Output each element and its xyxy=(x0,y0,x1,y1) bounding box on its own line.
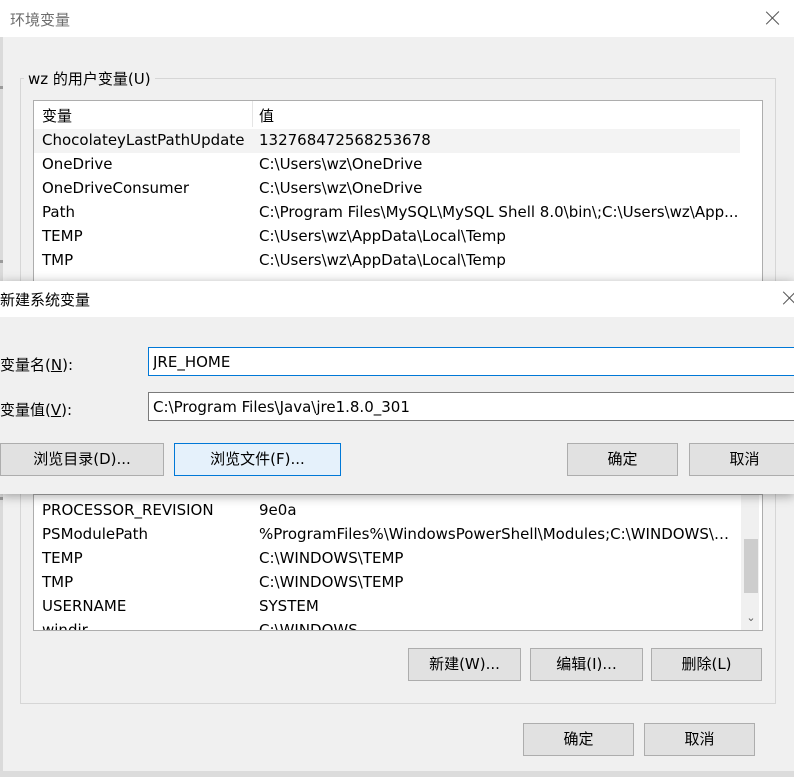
browse-directory-button[interactable]: 浏览目录(D)... xyxy=(0,443,164,476)
table-row[interactable]: OneDrive C:\Users\wz\OneDrive xyxy=(34,153,740,177)
delete-system-variable-button[interactable]: 删除(L) xyxy=(651,648,762,681)
system-variables-list[interactable]: PROCESSOR_REVISION 9e0a PSModulePath %Pr… xyxy=(33,494,763,631)
variable-name: USERNAME xyxy=(42,597,127,615)
variable-value: SYSTEM xyxy=(259,597,319,615)
table-row[interactable]: PROCESSOR_REVISION 9e0a xyxy=(34,499,740,523)
variable-name: TEMP xyxy=(42,549,83,567)
variable-name: PROCESSOR_REVISION xyxy=(42,501,214,519)
table-row[interactable]: ChocolateyLastPathUpdate 132768472568253… xyxy=(34,129,740,153)
window-title: 环境变量 xyxy=(10,11,71,29)
variable-name: TMP xyxy=(42,251,74,269)
table-row[interactable]: TMP C:\WINDOWS\TEMP xyxy=(34,571,740,595)
table-row[interactable]: Path C:\Program Files\MySQL\MySQL Shell … xyxy=(34,201,740,225)
new-system-variable-dialog: 新建系统变量 变量名(N): 变量值(V): 浏览目录(D)... 浏览文件(F… xyxy=(0,281,794,494)
table-row[interactable]: OneDriveConsumer C:\Users\wz\OneDrive xyxy=(34,177,740,201)
variable-value: C:\Users\wz\OneDrive xyxy=(259,155,423,173)
window-edge xyxy=(0,771,794,777)
list-header: 变量 值 xyxy=(34,101,762,127)
variable-value: C:\WINDOWS\TEMP xyxy=(259,573,404,591)
variable-name: TEMP xyxy=(42,227,83,245)
table-row[interactable]: TEMP C:\Users\wz\AppData\Local\Temp xyxy=(34,225,740,249)
table-row[interactable]: TEMP C:\WINDOWS\TEMP xyxy=(34,547,740,571)
scrollbar-thumb[interactable] xyxy=(744,539,758,593)
table-row[interactable]: windir C:\WINDOWS xyxy=(34,619,740,631)
new-system-variable-button[interactable]: 新建(W)... xyxy=(408,648,521,681)
edge-mark xyxy=(0,497,3,500)
variable-name: OneDrive xyxy=(42,155,113,173)
edge-mark xyxy=(0,260,3,263)
close-icon[interactable] xyxy=(766,11,780,25)
column-header-value[interactable]: 值 xyxy=(259,105,274,126)
variable-value: C:\Users\wz\AppData\Local\Temp xyxy=(259,251,506,269)
column-header-name[interactable]: 变量 xyxy=(42,105,72,126)
column-divider[interactable] xyxy=(252,101,253,127)
table-row[interactable]: USERNAME SYSTEM xyxy=(34,595,740,619)
variable-name-label: 变量名(N): xyxy=(0,356,73,374)
dialog-title: 新建系统变量 xyxy=(0,291,91,309)
title-bar: 新建系统变量 xyxy=(0,281,794,317)
browse-file-button[interactable]: 浏览文件(F)... xyxy=(174,443,341,476)
variable-value: 132768472568253678 xyxy=(259,131,431,149)
edit-system-variable-button[interactable]: 编辑(I)... xyxy=(530,648,643,681)
variable-value-input[interactable] xyxy=(148,392,794,421)
variable-name-input[interactable] xyxy=(148,347,794,376)
table-row[interactable]: TMP C:\Users\wz\AppData\Local\Temp xyxy=(34,249,740,273)
close-icon[interactable] xyxy=(783,291,794,305)
vertical-scrollbar[interactable]: ⌄ xyxy=(741,495,759,630)
variable-value: C:\Program Files\MySQL\MySQL Shell 8.0\b… xyxy=(259,203,739,221)
table-row[interactable]: PSModulePath %ProgramFiles%\WindowsPower… xyxy=(34,523,740,547)
variable-value: 9e0a xyxy=(259,501,297,519)
ok-button[interactable]: 确定 xyxy=(523,723,634,756)
ok-button[interactable]: 确定 xyxy=(567,443,678,476)
variable-value-label: 变量值(V): xyxy=(0,401,73,419)
user-variables-list[interactable]: 变量 值 ChocolateyLastPathUpdate 1327684725… xyxy=(33,100,763,282)
variable-name: Path xyxy=(42,203,75,221)
variable-value: C:\WINDOWS\TEMP xyxy=(259,549,404,567)
cancel-button[interactable]: 取消 xyxy=(689,443,794,476)
variable-name: OneDriveConsumer xyxy=(42,179,190,197)
user-variables-label: wz 的用户变量(U) xyxy=(28,70,151,88)
chevron-down-icon[interactable]: ⌄ xyxy=(744,611,758,625)
variable-name: ChocolateyLastPathUpdate xyxy=(42,131,245,149)
variable-value: C:\WINDOWS xyxy=(259,621,358,631)
variable-name: TMP xyxy=(42,573,74,591)
variable-value: %ProgramFiles%\WindowsPowerShell\Modules… xyxy=(259,525,729,543)
variable-name: PSModulePath xyxy=(42,525,149,543)
variable-value: C:\Users\wz\AppData\Local\Temp xyxy=(259,227,506,245)
variable-name: windir xyxy=(42,621,88,631)
title-bar: 环境变量 xyxy=(0,0,794,37)
cancel-button[interactable]: 取消 xyxy=(644,723,755,756)
edge-mark xyxy=(0,86,3,89)
variable-value: C:\Users\wz\OneDrive xyxy=(259,179,423,197)
